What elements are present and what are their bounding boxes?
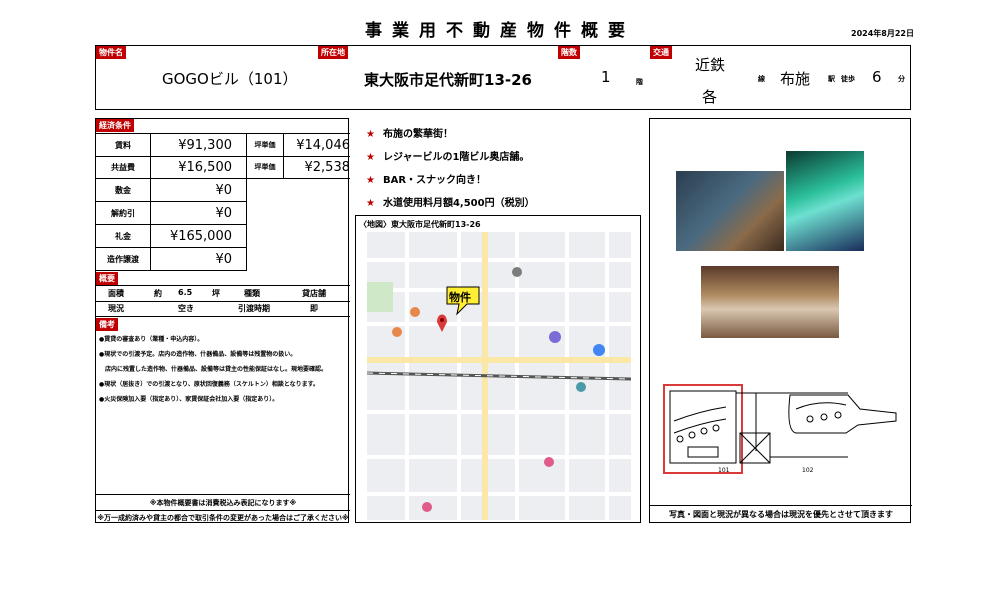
- common-fee-label: 共益費: [96, 156, 151, 178]
- deposit-row: 敷金 ¥0: [96, 179, 247, 202]
- key-money-label: 礼金: [96, 225, 151, 247]
- photo-disclaimer: 写真・図面と現況が異なる場合は現況を優先とさせて頂きます: [650, 505, 912, 520]
- cancel-value: ¥0: [215, 205, 232, 221]
- area-prefix: 約: [154, 289, 162, 298]
- train-line-type: 各: [702, 88, 718, 106]
- rent-value: ¥91,300: [178, 137, 232, 153]
- deposit-label: 敷金: [96, 179, 151, 201]
- area-label: 面積: [108, 289, 124, 298]
- key-money-row: 礼金 ¥165,000: [96, 225, 247, 248]
- walk-label: 徒歩: [841, 75, 855, 83]
- remark-line: ●現状での引渡予定。店内の造作物、什器備品、設備等は残置物の扱い。: [99, 351, 297, 358]
- rent-tsubo-value: ¥14,046: [296, 137, 350, 153]
- area-row: 面積 約 6.5 坪 種類 貸店舗: [96, 285, 350, 302]
- line-unit: 線: [758, 75, 765, 83]
- interior-photo-counter: [701, 266, 839, 338]
- transfer-label: 造作譲渡: [96, 248, 151, 270]
- street-map[interactable]: 物件: [367, 232, 631, 520]
- common-fee-value: ¥16,500: [178, 159, 232, 175]
- rent-tsubo-label: 坪単価: [246, 134, 284, 156]
- map-graphic: [367, 232, 631, 520]
- key-money-value: ¥165,000: [169, 228, 232, 244]
- economy-tag: 経済条件: [96, 119, 134, 132]
- unit-101-label: 101: [718, 467, 730, 474]
- selling-point-text: 布施の繁華街！: [382, 129, 453, 140]
- cancel-row: 解約引 ¥0: [96, 202, 247, 225]
- selling-point: ★ BAR・スナック向き！: [366, 171, 486, 186]
- property-header-box: 物件名 GOGOビル（101） 所在地 東大阪市足代新町13-26 階数 1 階…: [95, 45, 911, 110]
- map-pin-label: 物件: [449, 291, 471, 304]
- handover-value: 即: [310, 304, 318, 313]
- selling-point: ★ 布施の繁華街！: [366, 125, 453, 140]
- remarks-tag: 備考: [96, 318, 118, 331]
- map-pin-icon: [437, 314, 447, 332]
- floor-unit: 階: [636, 78, 643, 86]
- transfer-value: ¥0: [215, 251, 232, 267]
- change-note: ※万一成約済みや貸主の都合で取引条件の変更があった場合はご了承ください※: [96, 510, 350, 523]
- remark-line: ●賃貸の審査あり（業種・申込内容）。: [99, 336, 204, 343]
- selling-point-text: レジャービルの1階ビル奥店舗。: [382, 152, 530, 163]
- handover-label: 引渡時期: [238, 304, 270, 313]
- area-value: 6.5: [178, 288, 193, 297]
- station-name: 布施: [780, 70, 811, 88]
- selling-point-text: 水道使用料月額4,500円（税別）: [382, 198, 535, 209]
- cancel-label: 解約引: [96, 202, 151, 224]
- star-icon: ★: [366, 152, 375, 163]
- star-icon: ★: [366, 198, 375, 209]
- document-title: 事業用不動産物件概要: [365, 21, 635, 41]
- interior-photo-lighting: [786, 151, 864, 251]
- rent-row: 賃料 ¥91,300 坪単価 ¥14,046: [96, 133, 350, 157]
- selling-point: ★ レジャービルの1階ビル奥店舗。: [366, 148, 529, 163]
- star-icon: ★: [366, 129, 375, 140]
- remark-line: ●現状（居抜き）での引渡となり、原状回復義務（スケルトン）相談となります。: [99, 381, 320, 388]
- transfer-row: 造作譲渡 ¥0: [96, 248, 247, 271]
- floor-plan-drawing: [663, 384, 897, 474]
- floor-plan: 101 102: [660, 381, 908, 481]
- station-unit: 駅: [828, 75, 835, 83]
- common-fee-row: 共益費 ¥16,500 坪単価 ¥2,538: [96, 156, 350, 179]
- selling-point: ★ 水道使用料月額4,500円（税別）: [366, 194, 535, 209]
- photo-panel: 101 102 写真・図面と現況が異なる場合は現況を優先とさせて頂きます: [649, 118, 912, 523]
- type-label: 種類: [244, 289, 260, 298]
- common-tsubo-value: ¥2,538: [304, 159, 351, 175]
- property-name: GOGOビル（101）: [162, 70, 298, 88]
- area-unit: 坪: [212, 289, 220, 298]
- status-row: 現況 空き 引渡時期 即: [96, 301, 350, 317]
- interior-photo-bar: [676, 171, 784, 251]
- selling-point-text: BAR・スナック向き！: [382, 175, 487, 186]
- common-tsubo-label: 坪単価: [246, 156, 284, 178]
- star-icon: ★: [366, 175, 375, 186]
- unit-102-label: 102: [802, 467, 814, 474]
- floor-value: 1: [601, 68, 611, 86]
- name-tag: 物件名: [96, 46, 126, 59]
- remark-line: 店内に残置した造作物、什器備品、設備等は貸主の性能保証はなし。現地要確認。: [99, 366, 328, 373]
- walk-minutes: 6: [872, 68, 882, 86]
- walk-unit: 分: [898, 75, 905, 83]
- status-value: 空き: [178, 304, 194, 313]
- floor-tag: 階数: [558, 46, 580, 59]
- status-label: 現況: [108, 304, 124, 313]
- location-tag: 所在地: [318, 46, 348, 59]
- property-location: 東大阪市足代新町13-26: [364, 71, 532, 89]
- rent-label: 賃料: [96, 134, 151, 156]
- summary-tag: 概要: [96, 272, 118, 285]
- terms-panel: 経済条件 賃料 ¥91,300 坪単価 ¥14,046 共益費 ¥16,500 …: [95, 118, 350, 523]
- document-date: 2024年8月22日: [851, 29, 914, 38]
- map-panel: 〈地図〉東大阪市足代新町13-26 物件: [355, 215, 641, 523]
- traffic-tag: 交通: [650, 46, 672, 59]
- deposit-value: ¥0: [215, 182, 232, 198]
- train-line: 近鉄: [695, 56, 726, 74]
- map-label: 〈地図〉東大阪市足代新町13-26: [359, 220, 481, 229]
- remark-line: ●火災保険加入要（指定あり）、家賃保証会社加入要（指定あり）。: [99, 396, 279, 403]
- type-value: 貸店舗: [302, 289, 326, 298]
